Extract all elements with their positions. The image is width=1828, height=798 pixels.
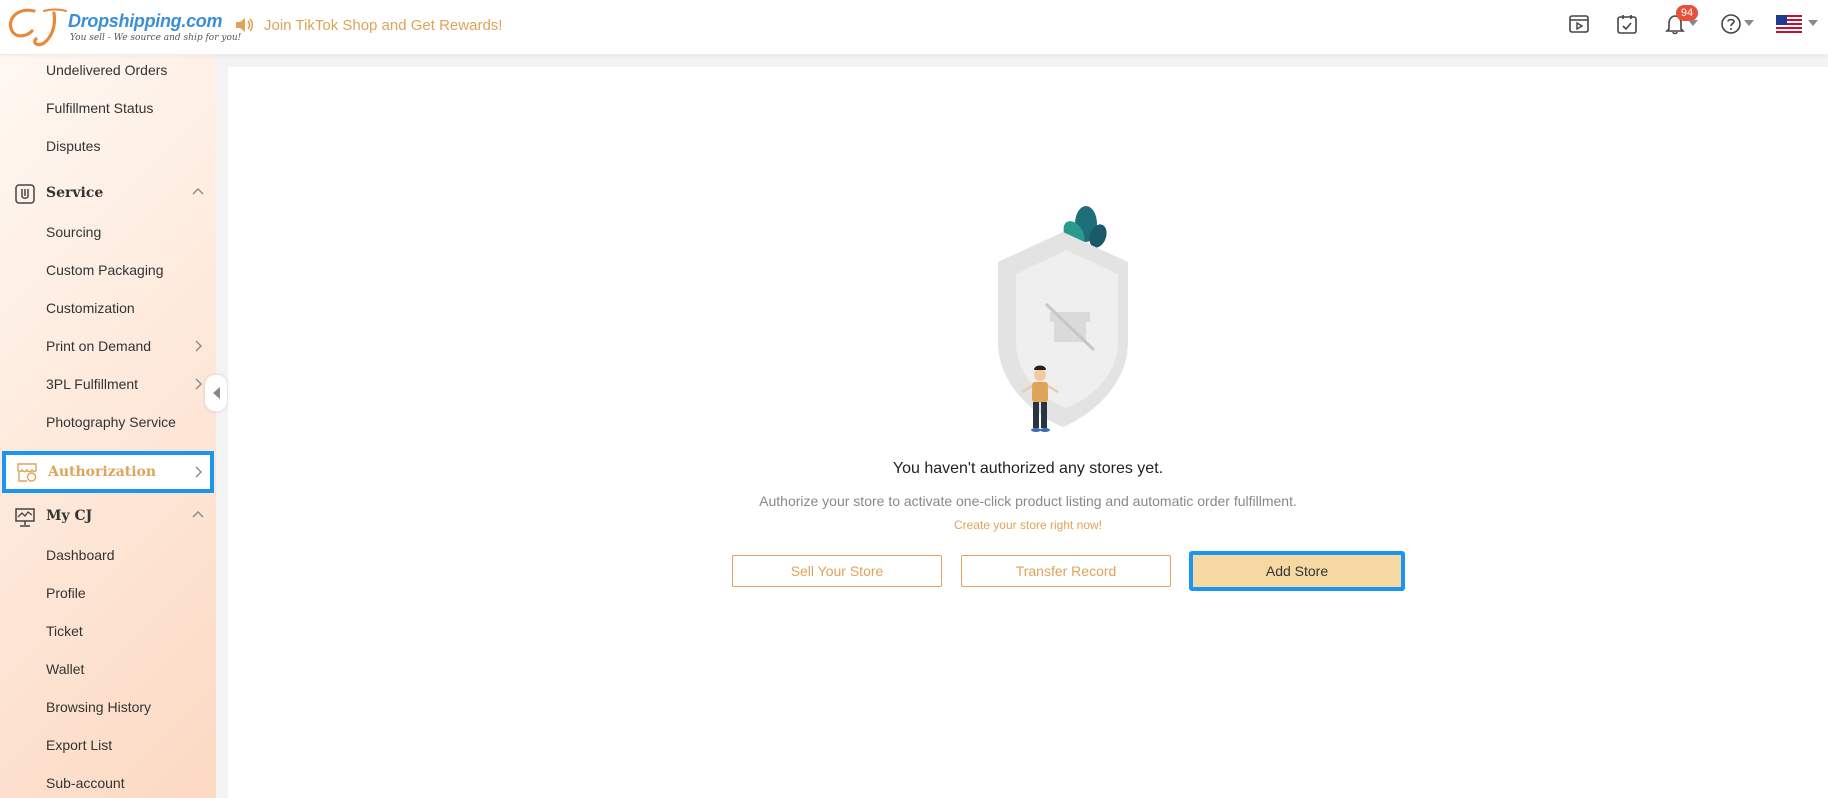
main-content: You haven't authorized any stores yet. A… (228, 67, 1828, 798)
chevron-right-icon[interactable] (195, 378, 203, 390)
transfer-record-button[interactable]: Transfer Record (961, 555, 1171, 587)
caret-left-icon (213, 387, 220, 399)
task-calendar-icon[interactable] (1616, 13, 1638, 35)
help-icon[interactable] (1720, 13, 1742, 35)
chevron-up-icon[interactable] (192, 187, 204, 195)
caret-down-icon[interactable] (1744, 20, 1754, 28)
sidebar-collapse-button[interactable] (205, 375, 227, 411)
sidebar-item-undelivered-orders[interactable]: Undelivered Orders (46, 62, 167, 78)
sidebar-item-sub-account[interactable]: Sub-account (46, 775, 125, 791)
chevron-up-icon[interactable] (192, 510, 204, 518)
store-authorization-icon (17, 463, 37, 482)
sidebar-item-ticket[interactable]: Ticket (46, 623, 83, 639)
sidebar-item-sourcing[interactable]: Sourcing (46, 224, 101, 240)
sidebar-section-mycj[interactable]: My CJ (0, 496, 216, 536)
add-store-button[interactable]: Add Store (1189, 551, 1405, 591)
sell-your-store-button[interactable]: Sell Your Store (732, 555, 942, 587)
promo-text: Join TikTok Shop and Get Rewards! (264, 16, 503, 34)
empty-state-description: Authorize your store to activate one-cli… (759, 493, 1297, 509)
logo-tagline: You sell - We source and ship for you! (70, 33, 242, 43)
service-icon (15, 184, 35, 204)
video-tutorial-icon[interactable] (1568, 13, 1590, 35)
create-store-link[interactable]: Create your store right now! (228, 518, 1828, 532)
sidebar-section-label: Service (46, 185, 104, 201)
caret-down-icon[interactable] (1808, 20, 1818, 28)
sidebar-item-photography-service[interactable]: Photography Service (46, 414, 176, 430)
sidebar-section-service[interactable]: Service (0, 173, 216, 213)
empty-state-title: You haven't authorized any stores yet. (892, 460, 1164, 477)
sidebar-item-fulfillment-status[interactable]: Fulfillment Status (46, 100, 153, 116)
promo-banner[interactable]: Join TikTok Shop and Get Rewards! (234, 14, 502, 36)
notification-badge: 94 (1676, 5, 1698, 21)
sidebar-item-browsing-history[interactable]: Browsing History (46, 699, 151, 715)
sidebar-item-wallet[interactable]: Wallet (46, 661, 84, 677)
sidebar-item-export-list[interactable]: Export List (46, 737, 112, 753)
chevron-right-icon[interactable] (195, 466, 203, 478)
speaker-icon (236, 18, 254, 32)
sidebar-item-customization[interactable]: Customization (46, 300, 135, 316)
empty-store-illustration (998, 206, 1128, 432)
logo-text: Dropshipping.com (68, 11, 223, 31)
sidebar-item-profile[interactable]: Profile (46, 585, 86, 601)
monitor-chart-icon (15, 508, 35, 527)
sidebar-section-label: Authorization (48, 464, 157, 480)
sidebar: Undelivered Orders Fulfillment Status Di… (0, 55, 216, 798)
chevron-right-icon[interactable] (195, 340, 203, 352)
sidebar-item-disputes[interactable]: Disputes (46, 138, 100, 154)
top-header: Dropshipping.com You sell - We source an… (0, 0, 1828, 55)
cj-logo[interactable]: Dropshipping.com You sell - We source an… (4, 5, 241, 47)
sidebar-section-authorization[interactable]: Authorization (2, 451, 214, 493)
sidebar-item-dashboard[interactable]: Dashboard (46, 547, 115, 563)
us-flag-icon[interactable] (1776, 15, 1802, 33)
caret-down-icon[interactable] (1688, 20, 1698, 28)
sidebar-item-print-on-demand[interactable]: Print on Demand (46, 338, 151, 354)
sidebar-item-custom-packaging[interactable]: Custom Packaging (46, 262, 164, 278)
sidebar-section-label: My CJ (46, 508, 93, 524)
cj-logo-icon (8, 8, 67, 47)
sidebar-item-3pl-fulfillment[interactable]: 3PL Fulfillment (46, 376, 138, 392)
